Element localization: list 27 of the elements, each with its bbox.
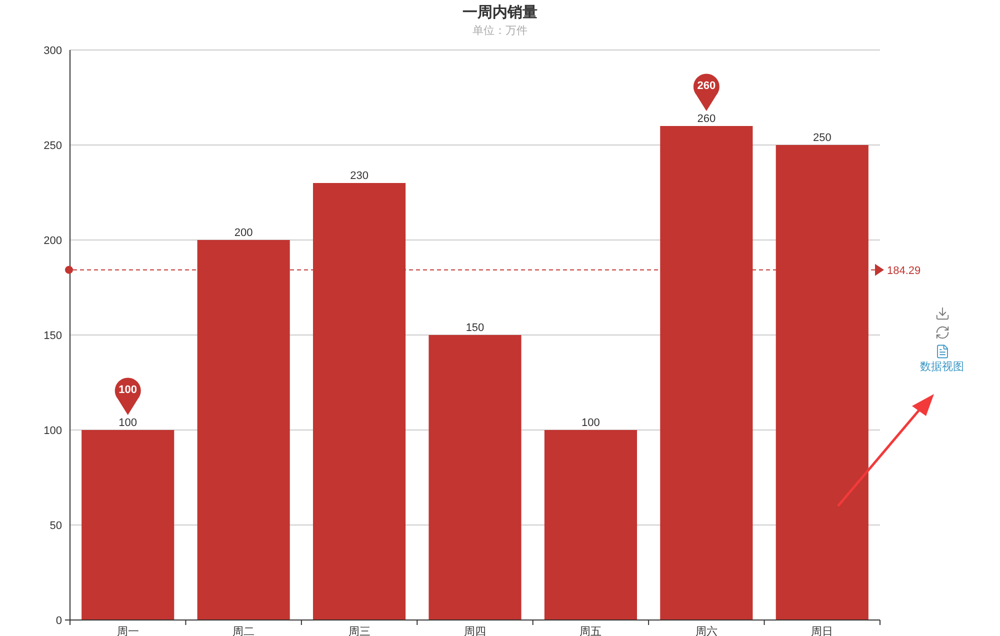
data-label: 200 <box>234 227 253 239</box>
average-label: 184.29 <box>887 264 921 277</box>
axis-label: 50 <box>50 520 62 532</box>
data-label: 150 <box>466 322 484 334</box>
line-end-arrow <box>875 264 884 276</box>
data-label: 100 <box>118 417 138 429</box>
chart-subtitle: 单位：万件 <box>472 23 528 39</box>
axis-label: 0 <box>56 615 62 627</box>
pin-marker: 100 <box>114 378 141 415</box>
annotation: 260 <box>697 80 716 92</box>
annotation: 100 <box>118 384 138 396</box>
data-view-label[interactable]: 数据视图 <box>920 359 964 376</box>
chart-title: 一周内销量 <box>462 2 538 22</box>
axis-label: 150 <box>44 330 62 342</box>
document-icon[interactable] <box>934 344 950 359</box>
download-icon[interactable] <box>934 306 950 321</box>
pin-marker: 260 <box>693 74 720 111</box>
axis-label: 100 <box>44 425 62 437</box>
axis-label: 300 <box>44 46 62 57</box>
axis-label: 250 <box>44 140 62 152</box>
axis-label: 200 <box>44 235 62 247</box>
data-label: 230 <box>350 170 368 182</box>
data-label: 260 <box>697 113 716 125</box>
data-label: 100 <box>582 417 600 429</box>
data-label: 250 <box>812 132 832 144</box>
refresh-icon[interactable] <box>934 325 950 340</box>
line-end-dot <box>65 266 73 274</box>
